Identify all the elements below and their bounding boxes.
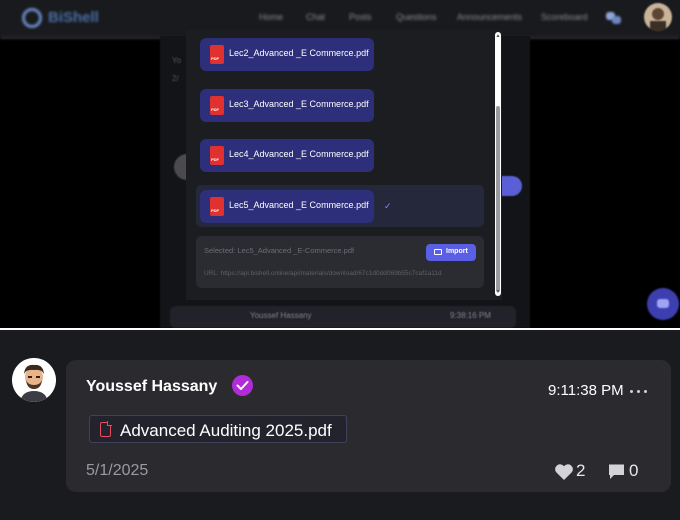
file-url-text: URL: https://api.bishell.online/api/mate…: [204, 270, 442, 277]
file-name: Lec4_Advanced _E Commerce.pdf: [229, 149, 369, 159]
comment-section: Youssef Hassany 9:11:38 PM Advanced Audi…: [0, 330, 680, 520]
nav-scoreboard[interactable]: Scoreboard: [541, 12, 588, 22]
heart-icon: [555, 464, 573, 480]
comment-card: Youssef Hassany 9:11:38 PM Advanced Audi…: [66, 360, 671, 492]
nav-home[interactable]: Home: [259, 12, 283, 22]
attachment-name: Advanced Auditing 2025.pdf: [120, 421, 332, 440]
file-name: Lec5_Advanced _E Commerce.pdf: [229, 200, 369, 210]
file-item[interactable]: Lec3_Advanced _E Commerce.pdf: [200, 89, 374, 122]
nav-posts[interactable]: Posts: [349, 12, 372, 22]
comment-time: 9:11:38 PM: [548, 382, 624, 399]
comment-count: 0: [629, 461, 639, 480]
like-button[interactable]: 2: [554, 460, 604, 482]
file-name: Lec2_Advanced _E Commerce.pdf: [229, 48, 369, 58]
scroll-up-icon[interactable]: ▲: [495, 33, 501, 39]
selected-file-text: Selected: Lec5_Advanced _E-Commerce.pdf: [204, 246, 355, 255]
like-count: 2: [576, 461, 586, 480]
more-options-icon[interactable]: [628, 382, 650, 400]
import-icon: [434, 249, 442, 255]
scrollbar-thumb[interactable]: [496, 106, 500, 292]
check-icon: ✓: [384, 201, 392, 211]
comment-date: 5/1/2025: [86, 462, 149, 479]
file-name: Lec3_Advanced _E Commerce.pdf: [229, 99, 369, 109]
comment-author[interactable]: Youssef Hassany: [86, 378, 217, 396]
nav-chat[interactable]: Chat: [306, 12, 325, 22]
attachment-chip[interactable]: Advanced Auditing 2025.pdf: [89, 415, 347, 443]
pdf-icon: [210, 146, 224, 165]
chat-fab-button[interactable]: [647, 288, 679, 320]
commenter-avatar[interactable]: [12, 358, 56, 402]
file-item[interactable]: Lec2_Advanced _E Commerce.pdf: [200, 38, 374, 71]
comment-icon: [609, 464, 624, 479]
file-item-selected[interactable]: Lec5_Advanced _E Commerce.pdf: [200, 190, 374, 223]
nav-links: Home Chat Posts Questions Announcements …: [0, 12, 680, 26]
pdf-icon: [210, 45, 224, 64]
verified-icon: [232, 375, 253, 396]
modal-screenshot: BiShell Home Chat Posts Questions Announ…: [0, 0, 680, 328]
scroll-down-icon[interactable]: ▼: [495, 289, 501, 295]
attach-material-modal: Lec2_Advanced _E Commerce.pdf Lec3_Advan…: [186, 30, 502, 300]
pdf-icon: [210, 96, 224, 115]
nav-questions[interactable]: Questions: [396, 12, 437, 22]
file-icon: [100, 421, 112, 437]
messages-icon[interactable]: [606, 12, 622, 24]
nav-announcements[interactable]: Announcements: [457, 12, 522, 22]
import-panel: Selected: Lec5_Advanced _E-Commerce.pdf …: [196, 236, 484, 288]
modal-scrollbar[interactable]: ▲ ▼: [495, 32, 501, 296]
background-comment: Youssef Hassany 9:38:16 PM: [170, 306, 516, 328]
user-avatar[interactable]: [644, 3, 672, 31]
pdf-icon: [210, 197, 224, 216]
chat-bubble-icon: [657, 299, 669, 308]
reply-button[interactable]: 0: [607, 460, 647, 482]
file-item[interactable]: Lec4_Advanced _E Commerce.pdf: [200, 139, 374, 172]
import-button[interactable]: Import: [426, 244, 476, 261]
